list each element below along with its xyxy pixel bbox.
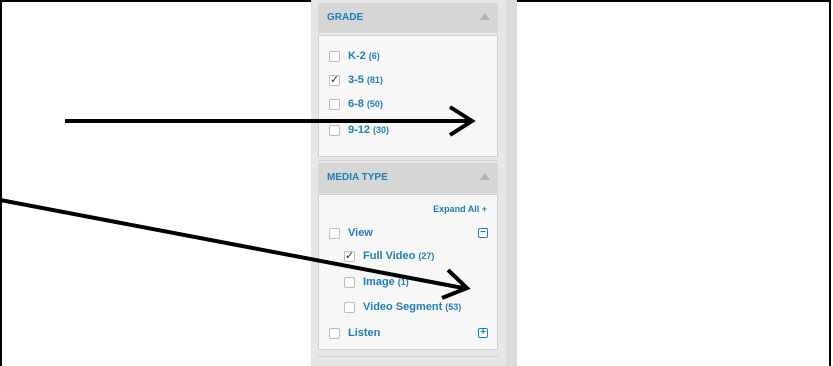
annotation-arrows (0, 105, 476, 300)
arrow-to-media-list (0, 198, 471, 300)
arrow-to-grade-list (65, 105, 476, 137)
